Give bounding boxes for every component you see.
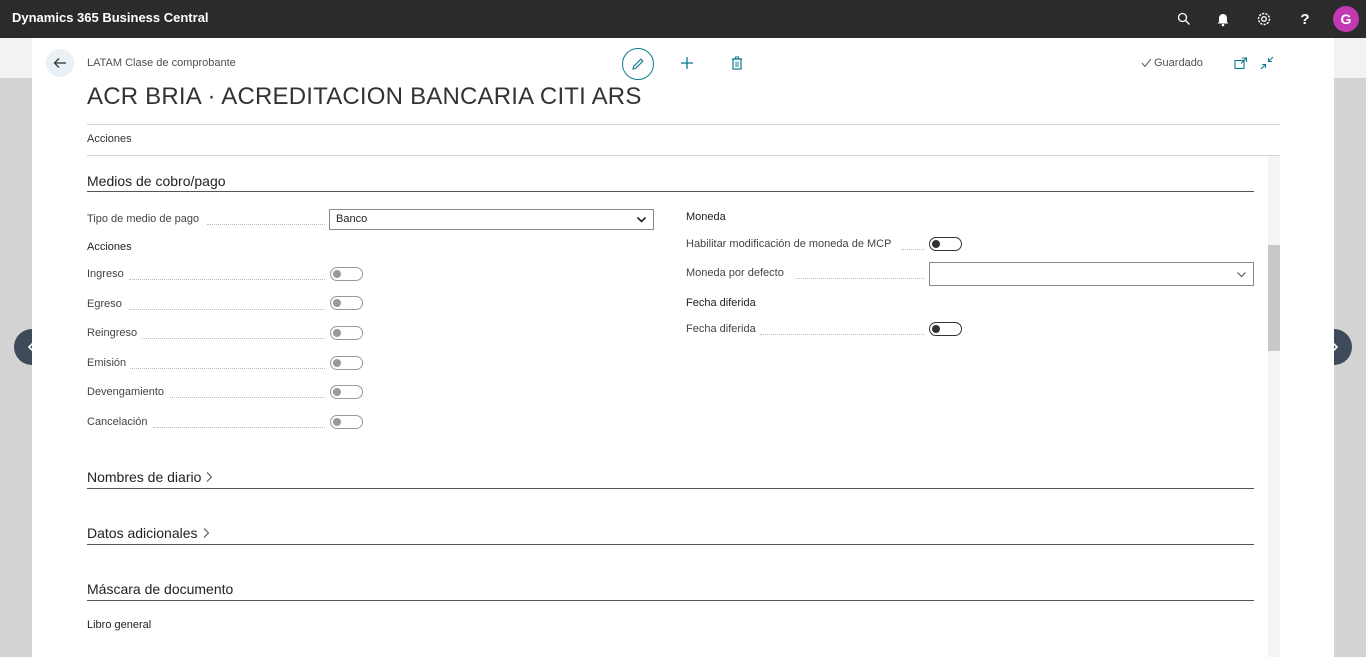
- saved-label: Guardado: [1154, 57, 1203, 69]
- avatar[interactable]: G: [1333, 6, 1359, 32]
- egreso-label: Egreso: [87, 298, 122, 310]
- section-title-mascara[interactable]: Máscara de documento: [87, 581, 233, 597]
- section-divider: [87, 600, 1254, 601]
- actions-menu[interactable]: Acciones: [87, 133, 132, 145]
- app-title[interactable]: Dynamics 365 Business Central: [12, 10, 209, 25]
- tipo-medio-pago-select[interactable]: Banco: [329, 209, 654, 230]
- leader-dots: [795, 278, 924, 279]
- collapse-button[interactable]: [1257, 53, 1277, 73]
- bell-icon[interactable]: [1213, 9, 1233, 29]
- reingreso-toggle[interactable]: [330, 326, 363, 340]
- trash-icon: [732, 56, 742, 70]
- leader-dots: [760, 334, 924, 335]
- tipo-medio-pago-label: Tipo de medio de pago: [87, 213, 200, 225]
- moneda-defecto-label: Moneda por defecto: [686, 267, 784, 279]
- section-divider: [87, 544, 1254, 545]
- collapse-icon: [1260, 56, 1274, 70]
- section-divider: [87, 191, 1254, 192]
- tipo-medio-pago-value: Banco: [336, 213, 368, 225]
- scrollbar-track[interactable]: [1268, 156, 1280, 657]
- edit-button[interactable]: [622, 48, 654, 80]
- chevron-right-icon: [207, 472, 213, 482]
- back-button[interactable]: [46, 49, 74, 77]
- leader-dots: [130, 368, 325, 369]
- moneda-heading: Moneda: [686, 211, 726, 223]
- section-title-datos-adicionales: Datos adicionales: [87, 525, 198, 541]
- search-icon[interactable]: [1174, 9, 1194, 29]
- devengamiento-toggle[interactable]: [330, 385, 363, 399]
- pencil-icon: [632, 58, 644, 70]
- record-card: LATAM Clase de comprobante ACR BRIA · AC…: [32, 38, 1334, 657]
- fecha-diferida-label: Fecha diferida: [686, 323, 756, 335]
- devengamiento-label: Devengamiento: [87, 386, 165, 398]
- top-bar: Dynamics 365 Business Central ? G: [0, 0, 1366, 38]
- checkmark-icon: [1141, 58, 1152, 68]
- fecha-diferida-heading: Fecha diferida: [686, 297, 756, 309]
- leader-dots: [207, 224, 325, 225]
- cancelacion-label: Cancelación: [87, 416, 148, 428]
- leader-dots: [170, 397, 325, 398]
- reingreso-label: Reingreso: [87, 327, 138, 339]
- page-title: ACR BRIA · ACREDITACION BANCARIA CITI AR…: [87, 83, 642, 110]
- habilitar-moneda-label: Habilitar modificación de moneda de MCP: [686, 238, 892, 250]
- chevron-right-icon: [203, 528, 209, 538]
- section-title-medios[interactable]: Medios de cobro/pago: [87, 173, 226, 189]
- habilitar-moneda-toggle[interactable]: [929, 237, 962, 251]
- section-title-nombres-diario: Nombres de diario: [87, 469, 202, 485]
- saved-status: Guardado: [1141, 57, 1203, 69]
- open-new-window-button[interactable]: [1231, 53, 1251, 73]
- new-button[interactable]: [677, 53, 697, 73]
- chevron-down-icon: [1237, 272, 1246, 278]
- chevron-down-icon: [636, 216, 647, 223]
- breadcrumb: LATAM Clase de comprobante: [87, 57, 236, 69]
- leader-dots: [902, 249, 924, 250]
- leader-dots: [129, 279, 325, 280]
- section-datos-adicionales[interactable]: Datos adicionales: [87, 525, 210, 541]
- egreso-toggle[interactable]: [330, 296, 363, 310]
- gear-icon[interactable]: [1254, 9, 1274, 29]
- plus-icon: [681, 57, 693, 69]
- ingreso-label: Ingreso: [87, 268, 124, 280]
- ingreso-toggle[interactable]: [330, 267, 363, 281]
- leader-dots: [129, 309, 325, 310]
- cancelacion-toggle[interactable]: [330, 415, 363, 429]
- leader-dots: [142, 338, 325, 339]
- arrow-left-icon: [53, 58, 66, 68]
- libro-general-heading: Libro general: [87, 619, 152, 631]
- help-icon[interactable]: ?: [1295, 9, 1315, 29]
- divider: [87, 124, 1280, 125]
- delete-button[interactable]: [727, 53, 747, 73]
- section-divider: [87, 488, 1254, 489]
- divider: [87, 155, 1280, 156]
- emision-label: Emisión: [87, 357, 127, 369]
- open-in-new-icon: [1234, 56, 1248, 69]
- scrollbar-thumb[interactable]: [1268, 245, 1280, 351]
- leader-dots: [153, 427, 325, 428]
- moneda-defecto-select[interactable]: [929, 262, 1254, 286]
- emision-toggle[interactable]: [330, 356, 363, 370]
- fecha-diferida-toggle[interactable]: [929, 322, 962, 336]
- acciones-heading: Acciones: [87, 241, 132, 253]
- section-nombres-diario[interactable]: Nombres de diario: [87, 469, 213, 485]
